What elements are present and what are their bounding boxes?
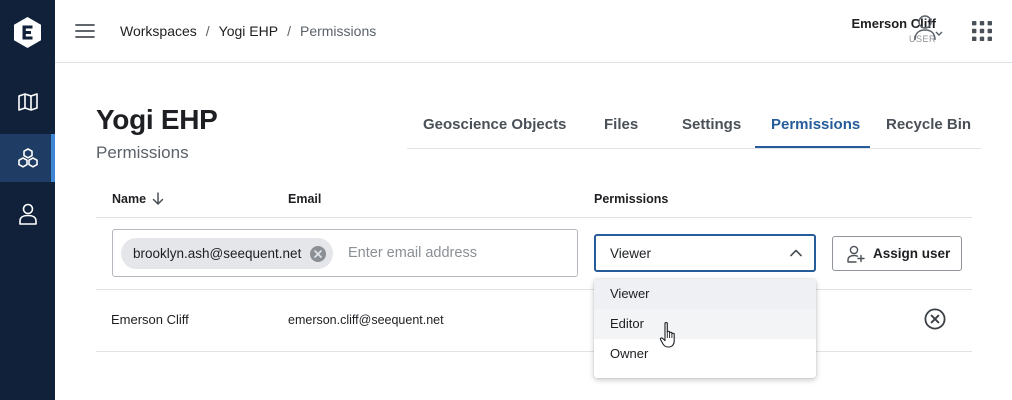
email-chip-label: brooklyn.ash@seequent.net (133, 246, 302, 261)
dropdown-option-editor[interactable]: Editor (594, 309, 816, 339)
page-subtitle: Permissions (96, 143, 189, 162)
breadcrumb-current: Permissions (299, 23, 377, 39)
row-divider (96, 289, 972, 290)
tab-recycle-bin[interactable]: Recycle Bin (886, 116, 971, 133)
email-chip: brooklyn.ash@seequent.net (121, 238, 334, 269)
add-user-icon (847, 245, 865, 263)
permission-select-value: Viewer (610, 246, 652, 261)
logo-icon[interactable] (14, 17, 41, 48)
chevron-up-icon (790, 249, 802, 257)
tab-geoscience-objects[interactable]: Geoscience Objects (423, 116, 566, 133)
remove-circle-icon[interactable] (924, 308, 946, 330)
column-header-email: Email (288, 192, 322, 206)
account-icon[interactable] (913, 14, 943, 42)
chip-remove-icon[interactable] (310, 246, 327, 262)
sidebar-item-user[interactable] (0, 190, 55, 238)
user-icon (18, 203, 37, 225)
tab-settings[interactable]: Settings (682, 116, 741, 133)
tab-permissions[interactable]: Permissions (771, 116, 860, 133)
permission-select[interactable]: Viewer (594, 234, 816, 272)
permission-dropdown-menu: Viewer Editor Owner (594, 279, 816, 378)
active-tab-indicator (755, 146, 870, 148)
hamburger-icon[interactable] (75, 22, 95, 40)
tab-files[interactable]: Files (604, 116, 638, 133)
table-cell-name: Emerson Cliff (111, 312, 189, 327)
map-icon (17, 93, 38, 111)
apps-grid-icon[interactable] (972, 21, 992, 41)
sidebar (0, 0, 55, 400)
email-placeholder: Enter email address (348, 245, 477, 261)
table-cell-email: emerson.cliff@seequent.net (288, 313, 444, 327)
breadcrumb-separator: / (205, 23, 210, 39)
header-divider (96, 217, 972, 218)
email-input[interactable]: brooklyn.ash@seequent.net Enter email ad… (112, 229, 578, 277)
breadcrumb-separator: / (287, 23, 291, 39)
assign-user-button[interactable]: Assign user (832, 236, 962, 271)
sidebar-item-map[interactable] (0, 78, 55, 126)
sidebar-item-workspaces[interactable] (0, 134, 55, 182)
row-divider (96, 351, 972, 352)
dropdown-option-owner[interactable]: Owner (594, 339, 816, 369)
sort-down-icon[interactable] (151, 192, 165, 206)
page-title: Yogi EHP (96, 104, 218, 135)
breadcrumb-workspaces[interactable]: Workspaces (120, 23, 197, 39)
assign-user-label: Assign user (873, 246, 951, 261)
dropdown-option-viewer[interactable]: Viewer (594, 279, 816, 309)
column-header-name[interactable]: Name (112, 192, 146, 206)
top-header: Workspaces / Yogi EHP / Permissions Emer… (55, 0, 1012, 63)
workspaces-icon (17, 148, 38, 168)
breadcrumb-workspace[interactable]: Yogi EHP (219, 23, 278, 39)
tab-bar: Geoscience Objects Files Settings Permis… (407, 104, 981, 149)
breadcrumb: Workspaces / Yogi EHP / Permissions (120, 23, 376, 39)
column-header-permissions: Permissions (594, 192, 669, 206)
